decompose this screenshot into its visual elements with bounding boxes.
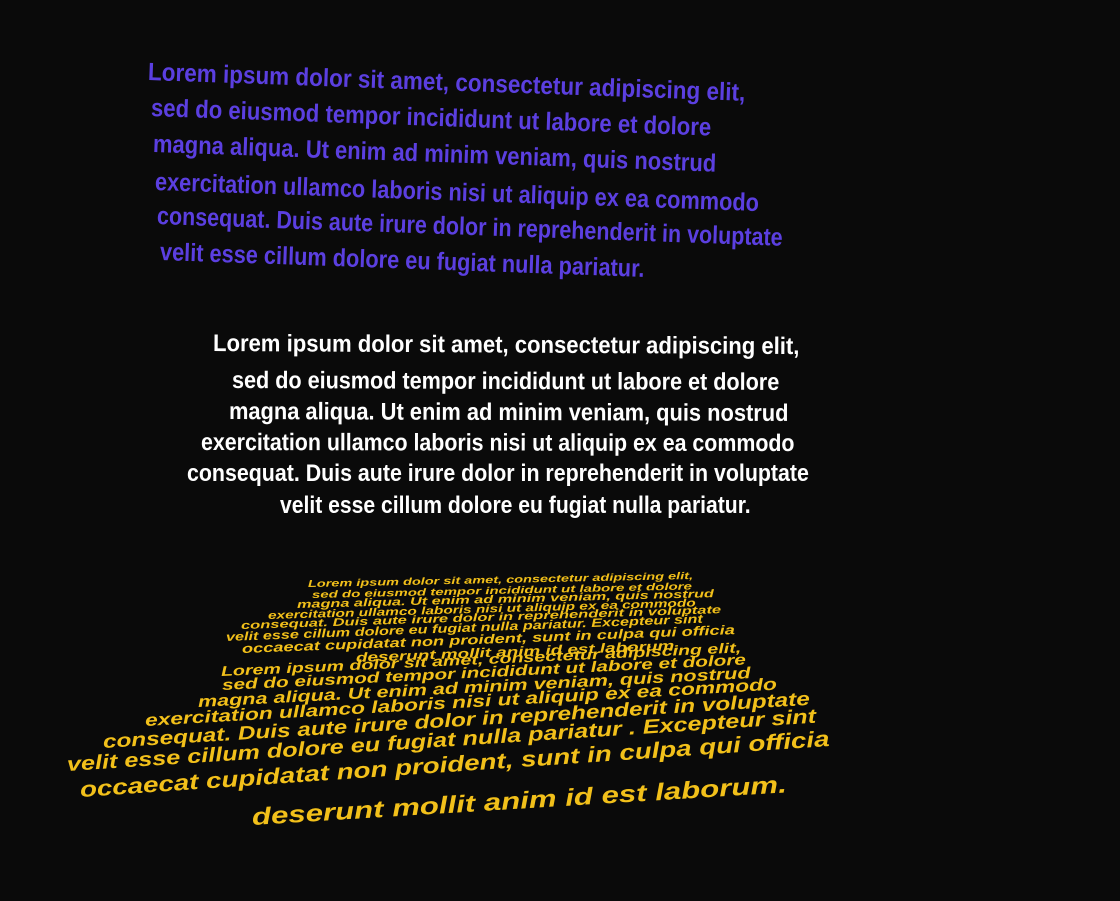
center-line-6: velit esse cillum dolore eu fugiat nulla… bbox=[280, 492, 751, 519]
center-line-2: sed do eiusmod tempor incididunt ut labo… bbox=[231, 367, 780, 396]
center-line-5: consequat. Duis aute irure dolor in repr… bbox=[187, 460, 809, 487]
tilted-line-6: velit esse cillum dolore eu fugiat nulla… bbox=[159, 238, 645, 283]
center-line-1: Lorem ipsum dolor sit amet, consectetur … bbox=[212, 330, 800, 361]
center-line-4: exercitation ullamco laboris nisi ut ali… bbox=[200, 429, 795, 458]
canvas: Lorem ipsum dolor sit amet, consectetur … bbox=[0, 0, 1120, 901]
center-line-3: magna aliqua. Ut enim ad minim veniam, q… bbox=[228, 398, 789, 427]
